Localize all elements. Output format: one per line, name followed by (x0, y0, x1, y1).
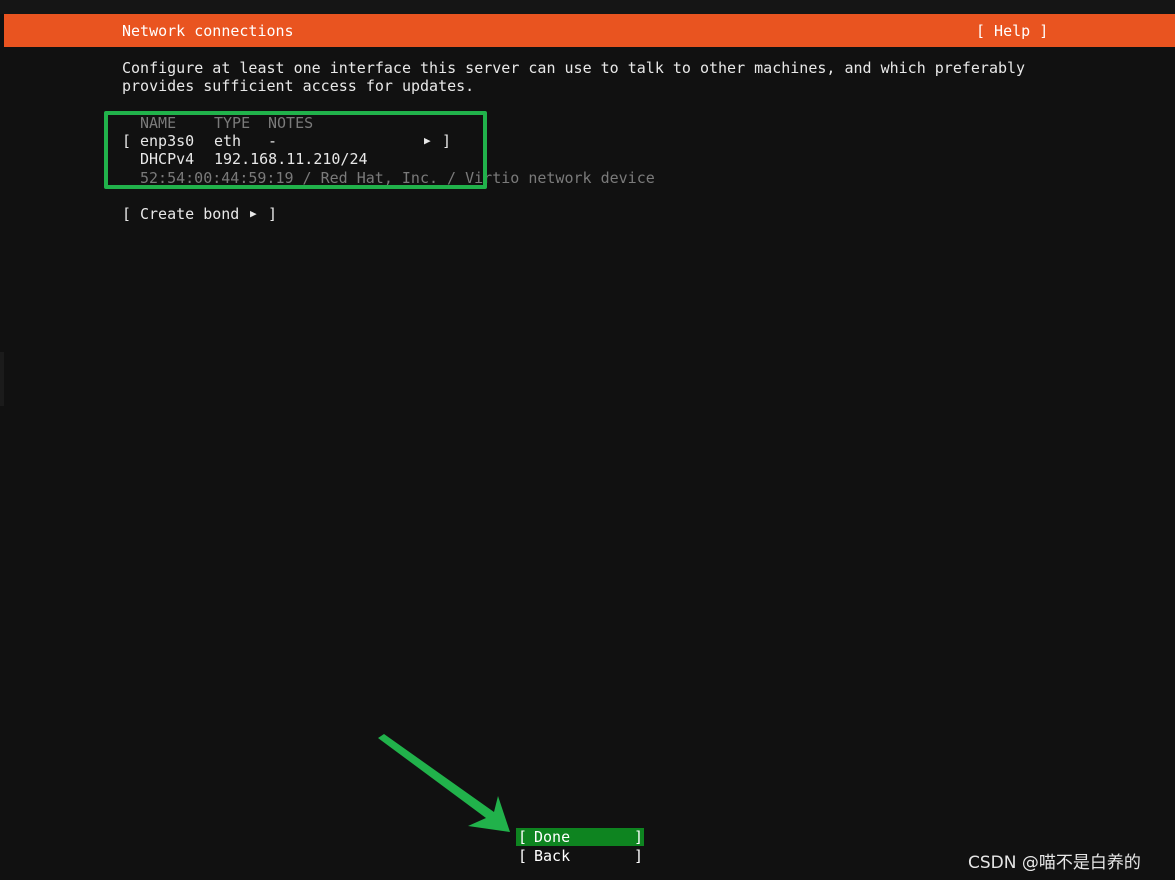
bracket-open: [ (122, 132, 132, 150)
watermark: CSDN @喵不是白养的 (968, 853, 1141, 873)
bracket-open: [ (518, 847, 528, 865)
page-title: Network connections (122, 22, 294, 40)
bracket-open: [ (122, 205, 132, 223)
bracket-close: ] (634, 828, 644, 846)
bracket-close: ] (268, 205, 278, 223)
column-header-name: NAME (140, 114, 177, 132)
installer-screen: Network connections [ Help ] Configure a… (0, 0, 1175, 880)
create-bond-label: Create bond (140, 205, 240, 223)
interface-hardware-info: 52:54:00:44:59:19 / Red Hat, Inc. / Virt… (140, 169, 655, 187)
top-strip (0, 0, 1175, 14)
bracket-close: ] (442, 132, 452, 150)
column-header-type: TYPE (214, 114, 251, 132)
back-label: Back (534, 847, 571, 865)
interface-notes: - (268, 132, 278, 150)
bracket-close: ] (634, 847, 644, 865)
address-type: DHCPv4 (140, 150, 195, 168)
done-label: Done (534, 828, 571, 846)
ip-address: 192.168.11.210/24 (214, 150, 368, 168)
window-edge (0, 352, 4, 406)
intro-text-line-2: provides sufficient access for updates. (122, 77, 475, 95)
interface-type: eth (214, 132, 242, 150)
back-button[interactable]: [ Back ] (516, 847, 644, 865)
intro-text-line-1: Configure at least one interface this se… (122, 59, 1026, 77)
arrow-right-icon: ▶ (424, 134, 431, 147)
help-button[interactable]: [ Help ] (976, 22, 1048, 40)
interface-name: enp3s0 (140, 132, 195, 150)
column-header-notes: NOTES (268, 114, 314, 132)
arrow-right-icon: ▶ (250, 207, 257, 220)
interface-row-enp3s0[interactable]: [ enp3s0 eth - ▶ ] (122, 132, 462, 150)
bracket-open: [ (518, 828, 528, 846)
done-button[interactable]: [ Done ] (516, 828, 644, 846)
header-bar: Network connections [ Help ] (4, 14, 1175, 47)
